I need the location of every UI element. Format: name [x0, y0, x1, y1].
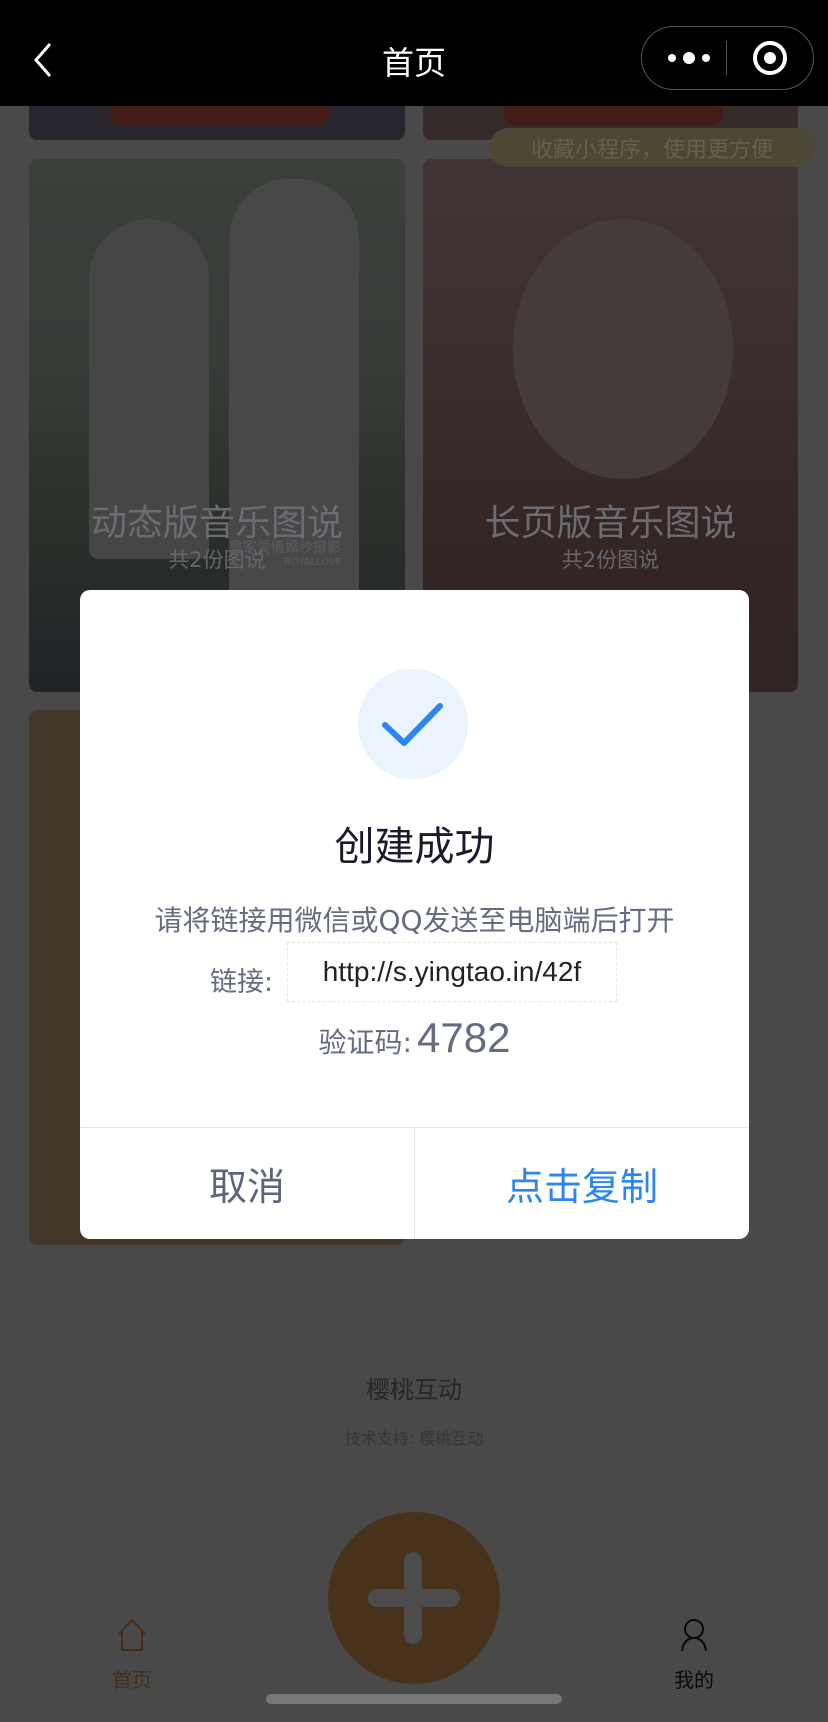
success-dialog: 创建成功 请将链接用微信或QQ发送至电脑端后打开 链接: http://s.yi…: [80, 590, 749, 1239]
card-subtitle: 共2份图说: [561, 548, 660, 572]
photo-caption: 皇家爱情婚纱摄影: [229, 540, 341, 556]
check-icon: [358, 669, 468, 779]
footer-brand: 樱桃互动: [366, 1376, 462, 1404]
card-subtitle: 共2份图说: [168, 548, 266, 572]
link-field[interactable]: http://s.yingtao.in/42f: [287, 942, 617, 1002]
code-row: 验证码: 4782: [80, 1014, 749, 1062]
code-label: 验证码:: [318, 1026, 412, 1059]
nav-bar: 首页: [0, 0, 828, 106]
favorite-tooltip: 收藏小程序，使用更方便: [489, 128, 815, 167]
copy-button[interactable]: 点击复制: [415, 1128, 749, 1239]
card-title: 动态版音乐图说: [90, 503, 343, 544]
more-icon[interactable]: [666, 45, 716, 71]
footer-support: 技术支持: 樱桃互动: [344, 1429, 484, 1448]
close-miniprogram-icon[interactable]: [753, 41, 787, 75]
link-label: 链接:: [210, 967, 274, 998]
verification-code: 4782: [417, 1014, 511, 1061]
card-title: 长页版音乐图说: [484, 503, 737, 544]
capsule-menu: [641, 26, 814, 90]
cancel-button[interactable]: 取消: [80, 1128, 414, 1239]
dialog-message: 请将链接用微信或QQ发送至电脑端后打开: [154, 904, 675, 937]
dialog-title: 创建成功: [334, 824, 495, 870]
home-indicator: [266, 1694, 562, 1704]
photo-caption: ROYALLOVE: [284, 557, 343, 568]
